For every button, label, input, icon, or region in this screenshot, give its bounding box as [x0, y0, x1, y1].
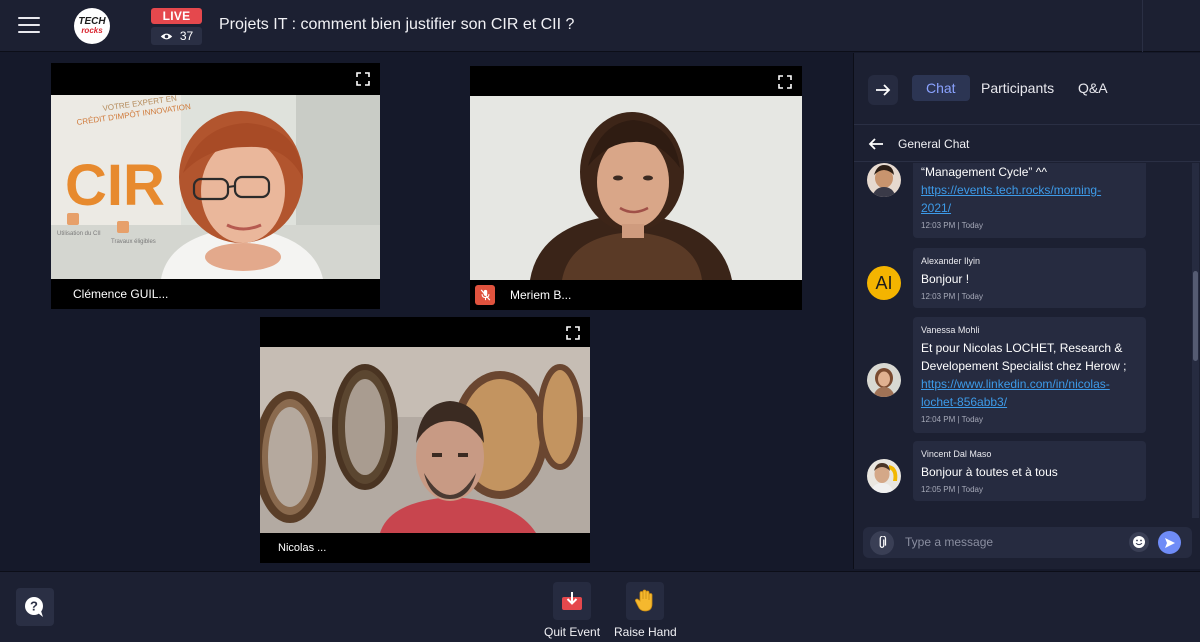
chat-message: Alexander Ilyin Bonjour ! 12:03 PM | Tod… — [913, 248, 1146, 308]
emoji-button[interactable] — [1129, 532, 1149, 552]
chat-message: Vincent Dal Maso Bonjour à toutes et à t… — [913, 441, 1146, 501]
video-tile-meriem[interactable]: Meriem B... — [470, 66, 802, 310]
message-text: “Management Cycle” ^^ — [921, 165, 1047, 179]
video-tile-nicolas[interactable]: Nicolas ... — [260, 317, 590, 563]
video-feed — [260, 347, 590, 533]
avatar — [867, 163, 901, 197]
message-composer — [863, 527, 1192, 558]
viewer-count: 37 — [151, 27, 202, 45]
chat-scrollbar[interactable] — [1192, 163, 1199, 518]
video-feed: VOTRE EXPERT EN CRÉDIT D'IMPÔT INNOVATIO… — [51, 95, 380, 279]
side-panel: Chat Participants Q&A General Chat “Mana… — [853, 53, 1200, 569]
message-time: 12:03 PM | Today — [921, 292, 983, 301]
video-frame-image — [260, 347, 590, 533]
participant-name: Meriem B... — [510, 288, 572, 302]
video-tile-clemence[interactable]: VOTRE EXPERT EN CRÉDIT D'IMPÔT INNOVATIO… — [51, 63, 380, 309]
raise-hand-button[interactable]: Raise Hand — [614, 582, 677, 639]
attach-button[interactable] — [870, 531, 894, 555]
message-list[interactable]: “Management Cycle” ^^ https://events.tec… — [854, 163, 1192, 515]
live-badge: LIVE — [151, 8, 202, 24]
panel-tabs: Chat Participants Q&A — [854, 53, 1200, 125]
send-icon — [1164, 537, 1175, 548]
top-bar-divider — [1142, 0, 1143, 52]
banner-big-text: CIR — [65, 153, 165, 218]
participant-name: Clémence GUIL... — [73, 287, 169, 301]
menu-icon[interactable] — [18, 17, 40, 35]
eye-icon — [160, 33, 172, 39]
event-title: Projets IT : comment bien justifier son … — [219, 16, 575, 33]
message-text: Bonjour ! — [921, 272, 970, 286]
tech-rocks-logo[interactable]: TECH rocks — [74, 8, 110, 44]
scrollbar-thumb[interactable] — [1193, 271, 1198, 361]
avatar — [867, 363, 901, 397]
fullscreen-icon[interactable] — [566, 326, 580, 340]
video-frame-image — [470, 96, 802, 280]
message-link[interactable]: https://events.tech.rocks/morning- — [921, 181, 1138, 199]
chat-message: “Management Cycle” ^^ https://events.tec… — [913, 163, 1146, 238]
chat-header: General Chat — [854, 126, 1200, 162]
fullscreen-icon[interactable] — [778, 75, 792, 89]
smiley-icon — [1133, 536, 1145, 548]
banner-caption-1: Utilisation du CII — [57, 231, 101, 237]
fullscreen-icon[interactable] — [356, 72, 370, 86]
top-bar: TECH rocks LIVE 37 Projets IT : comment … — [0, 0, 1200, 52]
arrow-right-icon — [876, 84, 891, 96]
message-author: Vincent Dal Maso — [921, 449, 992, 459]
message-link-cont[interactable]: 2021/ — [921, 199, 1138, 217]
tab-qa[interactable]: Q&A — [1078, 75, 1108, 101]
hand-icon — [635, 589, 653, 612]
message-time: 12:05 PM | Today — [921, 485, 983, 494]
quit-event-label: Quit Event — [544, 625, 601, 639]
message-text: Et pour Nicolas LOCHET, Research & — [921, 341, 1123, 355]
video-frame-image: VOTRE EXPERT EN CRÉDIT D'IMPÔT INNOVATIO… — [51, 95, 380, 279]
svg-text:?: ? — [30, 599, 38, 614]
paperclip-icon — [879, 536, 887, 548]
message-link-cont[interactable]: lochet-856abb3/ — [921, 393, 1138, 411]
message-text: Bonjour à toutes et à tous — [921, 465, 1058, 479]
help-chat-icon: ? — [25, 597, 43, 617]
video-feed — [470, 96, 802, 280]
message-author: Vanessa Mohli — [921, 325, 980, 335]
message-link[interactable]: https://www.linkedin.com/in/nicolas- — [921, 375, 1138, 393]
exit-icon — [562, 592, 583, 610]
banner-caption-2: Travaux éligibles — [111, 239, 156, 245]
message-time: 12:04 PM | Today — [921, 415, 983, 424]
raise-hand-label: Raise Hand — [614, 625, 677, 639]
back-arrow-icon[interactable] — [868, 137, 884, 151]
message-text-cont: Developement Specialist chez Herow ; — [921, 359, 1127, 373]
help-button[interactable]: ? — [16, 588, 54, 626]
collapse-panel-button[interactable] — [868, 75, 898, 105]
tab-participants[interactable]: Participants — [981, 75, 1054, 101]
send-button[interactable] — [1158, 531, 1181, 554]
mic-muted-icon — [475, 285, 495, 305]
viewer-count-value: 37 — [179, 29, 194, 43]
avatar — [867, 459, 901, 493]
participant-name: Nicolas ... — [278, 542, 327, 554]
message-time: 12:03 PM | Today — [921, 221, 983, 230]
tab-chat[interactable]: Chat — [912, 75, 970, 101]
bottom-bar: ? Quit Event Raise Hand — [0, 571, 1200, 642]
message-author: Alexander Ilyin — [921, 256, 981, 266]
quit-event-button[interactable]: Quit Event — [544, 582, 600, 639]
avatar: AI — [867, 266, 901, 300]
chat-title: General Chat — [898, 136, 970, 151]
message-input[interactable] — [905, 531, 1115, 553]
chat-message: Vanessa Mohli Et pour Nicolas LOCHET, Re… — [913, 317, 1146, 433]
video-stage: VOTRE EXPERT EN CRÉDIT D'IMPÔT INNOVATIO… — [0, 53, 850, 569]
